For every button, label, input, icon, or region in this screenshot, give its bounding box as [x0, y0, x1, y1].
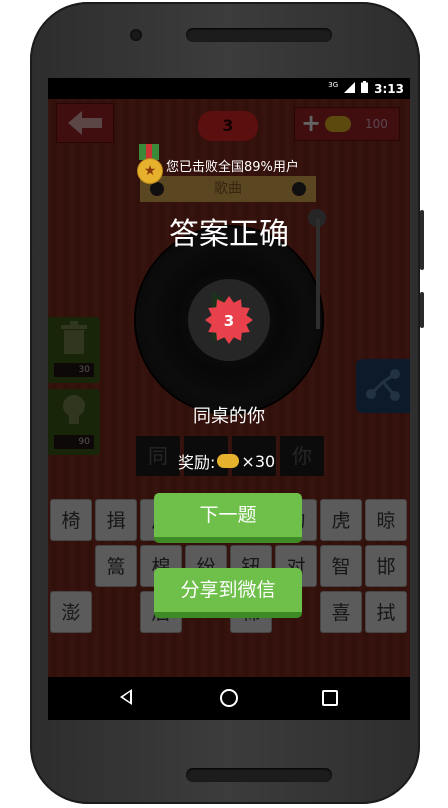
navigation-bar — [48, 677, 410, 720]
level-star-number: 3 — [224, 312, 234, 330]
battery-icon — [361, 81, 369, 96]
nav-back-icon[interactable] — [120, 689, 132, 705]
status-bar: 3G 3:13 — [48, 78, 410, 99]
screen: 3G 3:13 3 + 100 歌曲 — [48, 78, 410, 720]
reward-line: 奖励: ×30 — [178, 449, 275, 473]
medal-icon: ★ — [136, 144, 163, 186]
power-button[interactable] — [420, 292, 424, 328]
next-question-button[interactable]: 下一题 — [154, 493, 302, 543]
song-name: 同桌的你 — [193, 406, 265, 427]
share-wechat-button[interactable]: 分享到微信 — [154, 568, 302, 618]
nav-home-icon[interactable] — [220, 689, 238, 707]
coin-icon — [217, 454, 240, 468]
reward-amount: ×30 — [241, 451, 276, 471]
signal-icon — [344, 81, 356, 96]
nav-recents-icon[interactable] — [322, 690, 338, 706]
reward-label: 奖励: — [178, 453, 216, 472]
game-area: 3 + 100 歌曲 30 — [48, 99, 410, 677]
clock: 3:13 — [374, 81, 404, 96]
earpiece-speaker — [186, 28, 332, 42]
level-star-badge: 3 — [205, 296, 253, 344]
network-type: 3G — [328, 80, 339, 89]
rank-notice: ★ 您已击败全国89%用户 — [136, 144, 299, 186]
bottom-speaker — [186, 768, 332, 782]
rank-text: 您已击败全国89%用户 — [166, 159, 299, 175]
result-title: 答案正确 — [169, 217, 289, 252]
front-camera — [130, 29, 142, 41]
volume-button[interactable] — [420, 210, 424, 270]
